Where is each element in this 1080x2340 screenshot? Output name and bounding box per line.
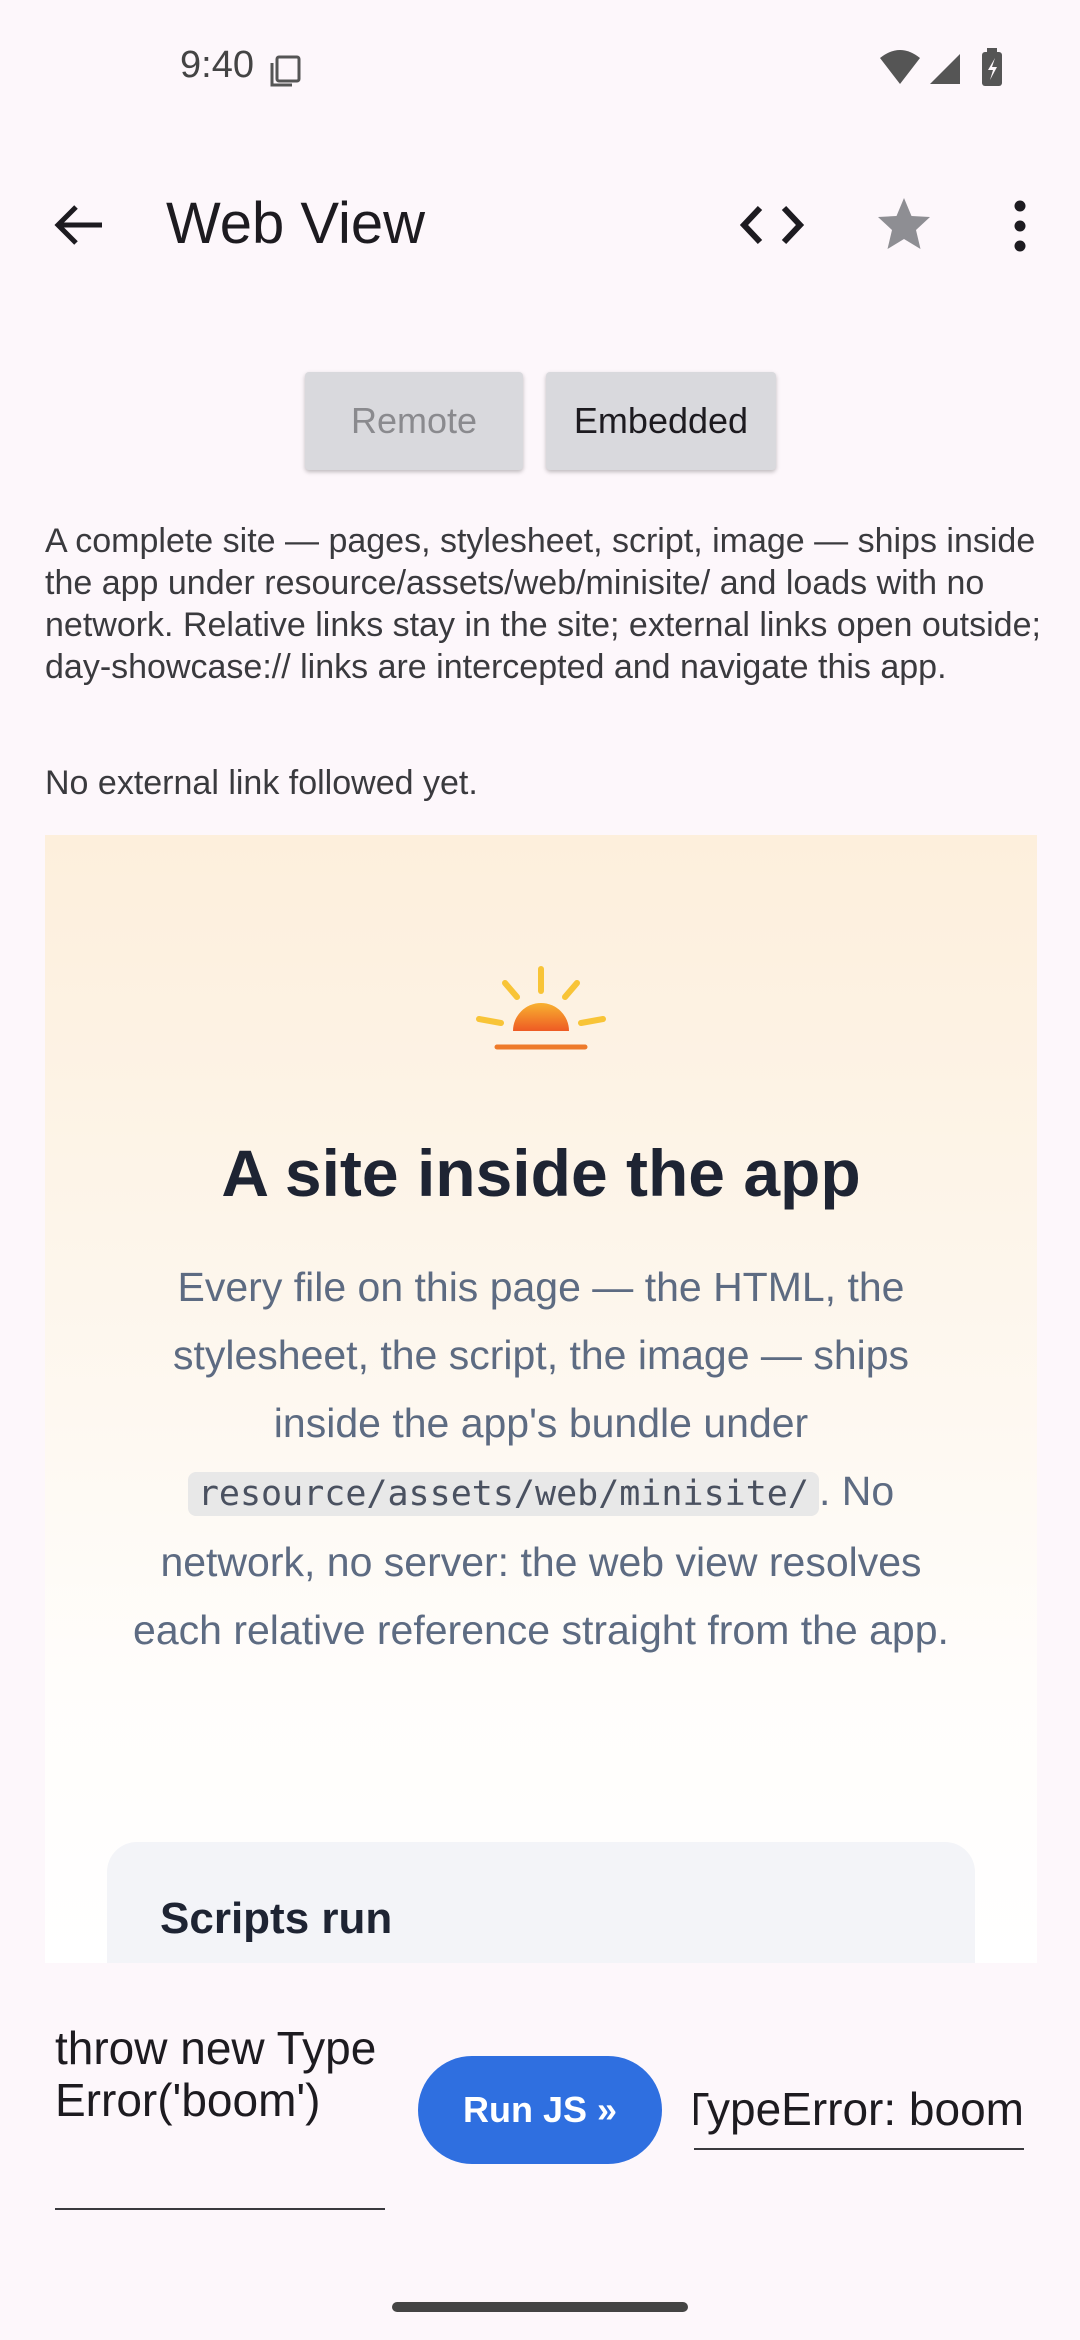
web-view[interactable]: A site inside the app Every file on this…	[45, 835, 1037, 1963]
scripts-card: Scripts run	[107, 1842, 975, 1963]
site-heading: A site inside the app	[221, 1136, 861, 1210]
js-input-field[interactable]: throw new TypeError('boom')	[55, 2022, 385, 2210]
home-indicator[interactable]	[392, 2302, 688, 2312]
more-vert-icon[interactable]	[1002, 198, 1038, 254]
sunrise-logo-icon	[476, 966, 606, 1050]
remote-button[interactable]: Remote	[305, 372, 523, 470]
scripts-card-title: Scripts run	[160, 1894, 393, 1943]
link-status-text: No external link followed yet.	[45, 764, 478, 802]
app-bar: Web View	[0, 160, 1080, 290]
js-result-text: TypeError: boom	[694, 2083, 1024, 2135]
back-arrow-icon[interactable]	[48, 200, 108, 250]
status-icons	[880, 48, 1002, 86]
screenshot-notification-icon	[270, 55, 301, 87]
wifi-icon	[880, 50, 920, 84]
js-result-field[interactable]: TypeError: boom	[694, 2082, 1024, 2150]
site-paragraph-text: Every file on this page — the HTML, the …	[172, 1264, 910, 1446]
embedded-button[interactable]: Embedded	[546, 372, 776, 470]
star-icon[interactable]	[874, 194, 934, 254]
signal-icon	[930, 54, 960, 84]
site-path-code: resource/assets/web/minisite/	[187, 1472, 819, 1516]
description-text: A complete site — pages, stylesheet, scr…	[45, 522, 1041, 686]
page-title: Web View	[166, 191, 425, 256]
site-paragraph: Every file on this page — the HTML, the …	[125, 1253, 957, 1664]
status-bar: 9:40	[0, 0, 1080, 140]
run-js-button[interactable]: Run JS »	[418, 2056, 662, 2164]
code-icon[interactable]	[738, 200, 806, 250]
status-time: 9:40	[180, 44, 254, 86]
